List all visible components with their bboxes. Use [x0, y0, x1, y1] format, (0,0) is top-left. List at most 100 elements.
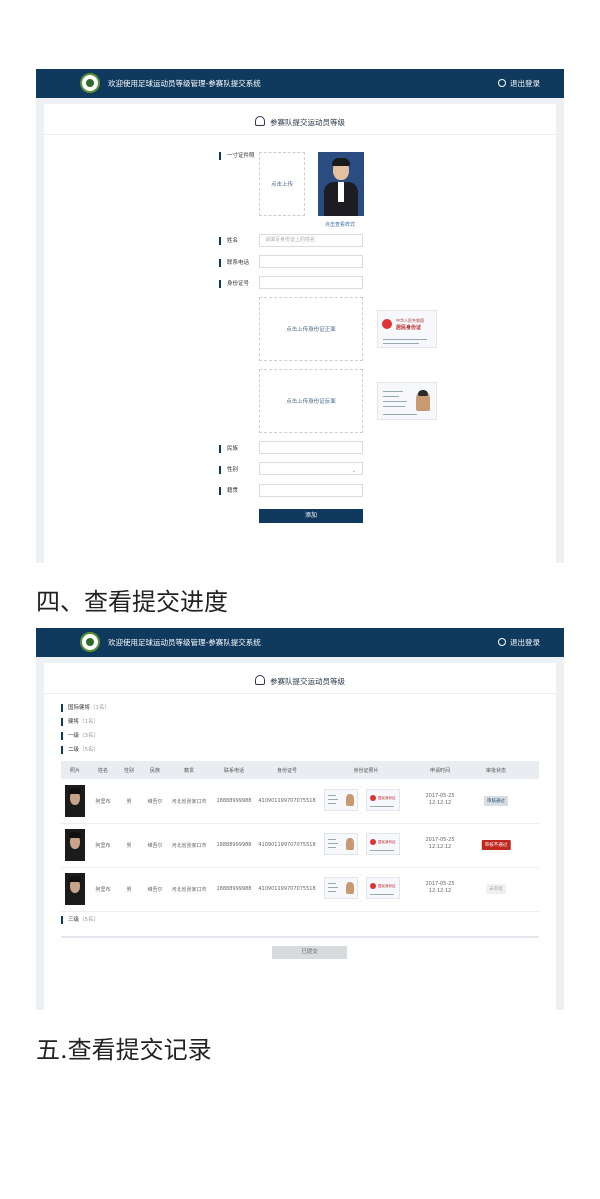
cell-apply-time: 2017-05-25 12:12:12: [425, 837, 455, 850]
id-number-label: 身份证号: [219, 280, 249, 288]
cell-name: 阿里布: [95, 799, 111, 805]
col-origin: 籍贯: [183, 768, 195, 774]
cell-id-number: 410901199707075518: [258, 842, 316, 848]
col-id-number: 身份证号: [276, 768, 298, 774]
screenshot-add-athlete: 欢迎使用足球运动员等级管理-参赛队提交系统 退出登录 参赛队提交运动员等级 一寸…: [36, 69, 564, 563]
id-front-thumb[interactable]: [324, 789, 358, 811]
col-id-photos: 身份证照片: [353, 768, 379, 774]
cell-gender: 男: [126, 799, 132, 805]
cell-id-number: 410901199707075518: [258, 798, 316, 804]
col-status: 审批状态: [485, 768, 507, 774]
power-icon: [498, 638, 506, 646]
id-front-thumb[interactable]: [324, 877, 358, 899]
cell-phone: 18888999988: [216, 886, 252, 892]
cell-origin: 河北省张家口市: [171, 843, 207, 849]
cell-name: 阿里布: [95, 887, 111, 893]
photo-label: 一寸证件照: [219, 152, 255, 160]
cell-ethnicity: 维吾尔: [147, 799, 163, 805]
ethnicity-label: 民族: [219, 445, 238, 453]
cell-name: 阿里布: [95, 843, 111, 849]
photo-upload-text: 点击上传: [270, 182, 293, 188]
id-back-thumb[interactable]: 居民身份证: [366, 833, 400, 855]
origin-input[interactable]: [259, 484, 363, 497]
sample-id-photo: [318, 152, 364, 216]
id-front-upload-text: 点击上传身份证正面: [286, 327, 336, 333]
phone-label: 联系电话: [219, 259, 249, 267]
user-icon: [255, 675, 265, 685]
athlete-photo: [65, 829, 85, 861]
ethnicity-input[interactable]: [259, 441, 363, 454]
id-portrait: [416, 390, 430, 411]
logout-button[interactable]: 退出登录: [498, 78, 540, 89]
cell-origin: 河北省张家口市: [171, 887, 207, 893]
col-apply-time: 申请时间: [429, 768, 451, 774]
col-gender: 性别: [123, 768, 135, 774]
phone-input[interactable]: [259, 255, 363, 268]
cell-ethnicity: 维吾尔: [147, 843, 163, 849]
idcard-title: 居民身份证: [396, 325, 422, 331]
level-group[interactable]: 二级（5名）: [61, 746, 99, 754]
cell-origin: 河北省张家口市: [171, 799, 207, 805]
submitted-button[interactable]: 已提交: [272, 946, 347, 959]
name-label: 姓名: [219, 237, 238, 245]
status-badge: 审核通过: [484, 796, 508, 806]
cell-ethnicity: 维吾尔: [147, 887, 163, 893]
logo-icon: [80, 73, 100, 93]
gender-select[interactable]: ⌄: [259, 462, 363, 475]
col-name: 姓名: [97, 768, 109, 774]
emblem-icon: [382, 319, 392, 329]
cell-phone: 18888999988: [216, 842, 252, 848]
table-row[interactable]: 阿里布 男 维吾尔 河北省张家口市 18888999988 4109011997…: [61, 823, 539, 868]
id-back-upload[interactable]: 点击上传身份证反面: [259, 369, 363, 433]
add-button[interactable]: 添加: [259, 509, 363, 523]
section-heading-5: 五.查看提交记录: [36, 1036, 212, 1064]
form-card: 参赛队提交运动员等级 一寸证件照 点击上传 点击查看样式 姓名 请填写身份证上的…: [44, 104, 556, 563]
cell-phone: 18888999988: [216, 798, 252, 804]
card-title-text: 参赛队提交运动员等级: [270, 677, 345, 686]
id-front-thumb[interactable]: [324, 833, 358, 855]
view-sample-link[interactable]: 点击查看样式: [325, 221, 355, 228]
logout-label: 退出登录: [510, 79, 540, 88]
level-group[interactable]: 健将（1名）: [61, 718, 99, 726]
level-group[interactable]: 国际健将（1名）: [61, 704, 110, 712]
cell-gender: 男: [126, 843, 132, 849]
app-title: 欢迎使用足球运动员等级管理-参赛队提交系统: [108, 638, 261, 647]
section-heading-4: 四、查看提交进度: [36, 588, 228, 616]
progress-card: 参赛队提交运动员等级 国际健将（1名） 健将（1名） 一级（3名） 二级（5名）…: [44, 663, 556, 1010]
divider: [61, 936, 539, 938]
top-bar: 欢迎使用足球运动员等级管理-参赛队提交系统 退出登录: [36, 69, 564, 98]
table-row[interactable]: 阿里布 男 维吾尔 河北省张家口市 18888999988 4109011997…: [61, 779, 539, 824]
name-input[interactable]: 请填写身份证上的姓名: [259, 234, 363, 247]
level-group[interactable]: 一级（3名）: [61, 732, 99, 740]
cell-apply-time: 2017-05-25 12:12:12: [425, 793, 455, 806]
col-phone: 联系电话: [223, 768, 245, 774]
id-front-upload[interactable]: 点击上传身份证正面: [259, 297, 363, 361]
id-back-sample: [377, 382, 437, 420]
id-back-thumb[interactable]: 居民身份证: [366, 877, 400, 899]
level-group[interactable]: 三级（5名）: [61, 916, 99, 924]
cell-id-number: 410901199707075518: [258, 886, 316, 892]
id-front-sample: 中华人民共和国 居民身份证: [377, 310, 437, 348]
logout-button[interactable]: 退出登录: [498, 637, 540, 648]
status-badge: 未审批: [486, 884, 506, 894]
user-icon: [255, 116, 265, 126]
chevron-down-icon: ⌄: [351, 468, 356, 474]
table-header: 照片 姓名 性别 民族 籍贯 联系电话 身份证号 身份证照片 申请时间 审批状态: [61, 761, 539, 779]
id-number-input[interactable]: [259, 276, 363, 289]
card-title: 参赛队提交运动员等级: [44, 104, 556, 134]
logout-label: 退出登录: [510, 638, 540, 647]
id-back-thumb[interactable]: 居民身份证: [366, 789, 400, 811]
card-title-text: 参赛队提交运动员等级: [270, 118, 345, 127]
athlete-photo: [65, 873, 85, 905]
table-row[interactable]: 阿里布 男 维吾尔 河北省张家口市 18888999988 4109011997…: [61, 867, 539, 912]
divider: [44, 693, 556, 694]
photo-upload-box[interactable]: 点击上传: [259, 152, 305, 216]
cell-apply-time: 2017-05-25 12:12:12: [425, 881, 455, 894]
divider: [44, 134, 556, 135]
athlete-photo: [65, 785, 85, 817]
gender-label: 性别: [219, 466, 238, 474]
logo-icon: [80, 632, 100, 652]
col-photo: 照片: [69, 768, 81, 774]
screenshot-progress: 欢迎使用足球运动员等级管理-参赛队提交系统 退出登录 参赛队提交运动员等级 国际…: [36, 628, 564, 1010]
power-icon: [498, 79, 506, 87]
